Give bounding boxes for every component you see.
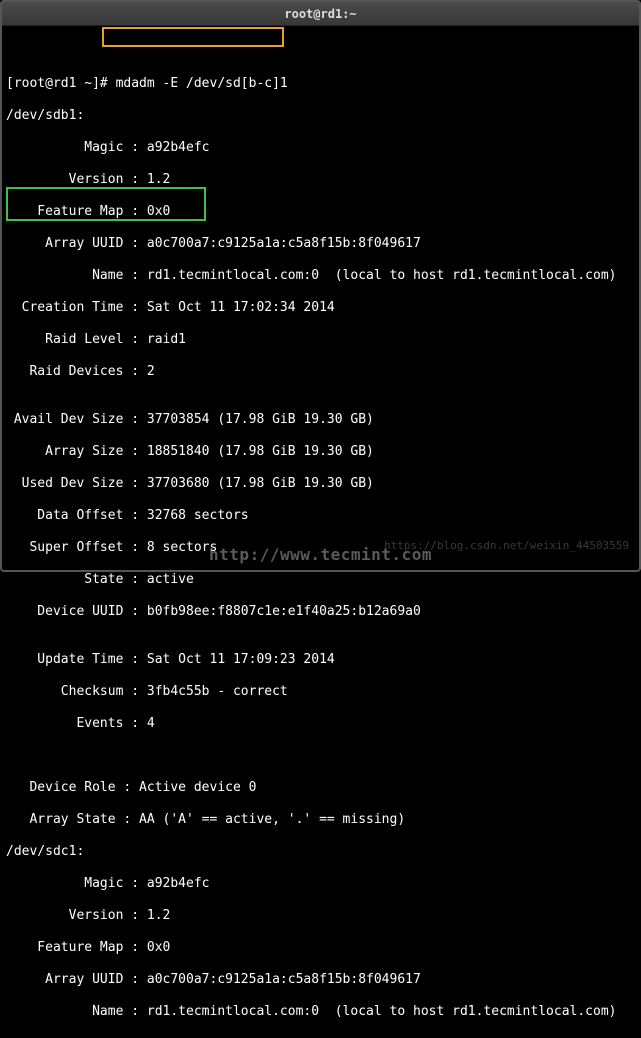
- field-device-role: Device Role : Active device 0: [6, 780, 635, 796]
- command: # mdadm -E /dev/sd[b-c]1: [100, 76, 288, 91]
- field-avail-dev-size: Avail Dev Size : 37703854 (17.98 GiB 19.…: [6, 412, 635, 428]
- field-device-uuid: Device UUID : b0fb98ee:f8807c1e:e1f40a25…: [6, 604, 635, 620]
- field-raid-level: Raid Level : raid1: [6, 332, 635, 348]
- field-state: State : active: [6, 572, 635, 588]
- field-feature-map-2: Feature Map : 0x0: [6, 940, 635, 956]
- field-array-uuid-2: Array UUID : a0c700a7:c9125a1a:c5a8f15b:…: [6, 972, 635, 988]
- field-array-uuid: Array UUID : a0c700a7:c9125a1a:c5a8f15b:…: [6, 236, 635, 252]
- terminal-content[interactable]: [root@rd1 ~]# mdadm -E /dev/sd[b-c]1 /de…: [2, 26, 639, 1038]
- command-highlight: [102, 27, 284, 47]
- field-events: Events : 4: [6, 716, 635, 732]
- field-name: Name : rd1.tecmintlocal.com:0 (local to …: [6, 268, 635, 284]
- field-version: Version : 1.2: [6, 172, 635, 188]
- field-feature-map: Feature Map : 0x0: [6, 204, 635, 220]
- prompt-line: [root@rd1 ~]# mdadm -E /dev/sd[b-c]1: [6, 76, 635, 92]
- field-raid-devices: Raid Devices : 2: [6, 364, 635, 380]
- field-data-offset: Data Offset : 32768 sectors: [6, 508, 635, 524]
- prompt: [root@rd1 ~]: [6, 76, 100, 91]
- field-magic: Magic : a92b4efc: [6, 140, 635, 156]
- field-checksum: Checksum : 3fb4c55b - correct: [6, 684, 635, 700]
- field-super-offset: Super Offset : 8 sectors: [6, 540, 635, 556]
- field-array-size: Array Size : 18851840 (17.98 GiB 19.30 G…: [6, 444, 635, 460]
- field-name-2: Name : rd1.tecmintlocal.com:0 (local to …: [6, 1004, 635, 1020]
- device-header-1: /dev/sdb1:: [6, 108, 635, 124]
- field-update-time: Update Time : Sat Oct 11 17:09:23 2014: [6, 652, 635, 668]
- device-header-2: /dev/sdc1:: [6, 844, 635, 860]
- window-title: root@rd1:~: [2, 2, 639, 26]
- field-creation-time: Creation Time : Sat Oct 11 17:02:34 2014: [6, 300, 635, 316]
- field-array-state: Array State : AA ('A' == active, '.' == …: [6, 812, 635, 828]
- field-version-2: Version : 1.2: [6, 908, 635, 924]
- field-used-dev-size: Used Dev Size : 37703680 (17.98 GiB 19.3…: [6, 476, 635, 492]
- field-magic-2: Magic : a92b4efc: [6, 876, 635, 892]
